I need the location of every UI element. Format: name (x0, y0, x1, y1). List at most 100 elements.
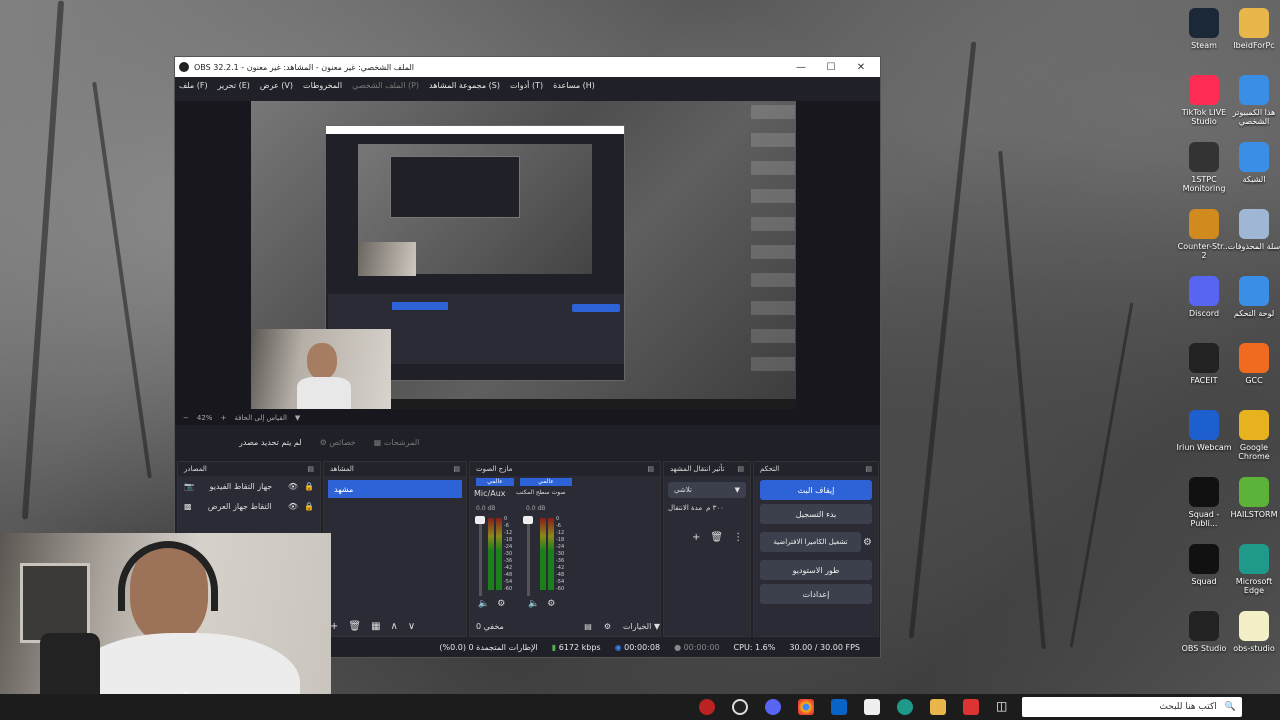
webcam-overlay: ...ali Bujan (0, 533, 331, 720)
filters-button[interactable]: ▦ المرشحات (374, 438, 420, 447)
speaker-icon[interactable]: 🔈 (528, 599, 539, 609)
desktop-icon[interactable]: هذا الكمبيوتر الشخصي (1226, 75, 1280, 126)
edge-taskbar-icon[interactable] (897, 699, 913, 715)
desktop-icon-label: TikTok LIVE Studio (1181, 108, 1227, 126)
desktop-icon[interactable]: OBS Studio (1176, 611, 1232, 653)
lock-icon[interactable]: 🔒 (304, 482, 314, 491)
stop-streaming-button[interactable]: إيقاف البث (760, 480, 872, 500)
discord-taskbar-icon[interactable] (765, 699, 781, 715)
scene-item[interactable]: مشهد (328, 480, 462, 498)
settings-icon[interactable]: ⚙ (547, 599, 555, 609)
transition-duration-value[interactable]: ٣٠٠ م (706, 504, 724, 512)
studio-mode-button[interactable]: طور الاستوديو (760, 560, 872, 580)
layout-icon[interactable]: ▤ (584, 622, 592, 631)
explorer-taskbar-icon[interactable] (930, 699, 946, 715)
source-item[interactable]: 📷 جهاز التقاط الفيديو 👁 🔒 (178, 476, 320, 496)
more-icon[interactable]: ⋮ (733, 532, 743, 543)
desktop-icon[interactable]: GCC (1226, 343, 1280, 385)
desktop-icon[interactable]: Squad - Publi... (1176, 477, 1232, 528)
menu-profile[interactable]: الملف الشخصي (P) (352, 81, 419, 90)
desktop-icon[interactable]: Google Chrome (1226, 410, 1280, 461)
taskbar-search-box[interactable]: اكتب هنا للبحث 🔍 (1022, 697, 1242, 717)
preview-canvas[interactable] (251, 101, 796, 409)
transition-select[interactable]: تلاشي ▼ (668, 482, 746, 498)
desktop-icon[interactable]: Discord (1176, 276, 1232, 318)
maximize-button[interactable]: ☐ (816, 62, 846, 73)
trash-icon[interactable]: 🗑 (348, 621, 361, 632)
desktop-icon[interactable]: obs-studio (1226, 611, 1280, 653)
volume-fader-knob[interactable] (523, 516, 533, 524)
squad-icon (1189, 477, 1219, 507)
dock-float-icon[interactable]: ▤ (647, 465, 654, 473)
desktop-icon[interactable]: FACEIT (1176, 343, 1232, 385)
close-button[interactable]: ✕ (846, 62, 876, 73)
desktop-icon[interactable]: لوحة التحكم (1226, 276, 1280, 318)
virtual-camera-button[interactable]: تشغيل الكاميرا الافتراضية (760, 532, 862, 552)
mixer-settings-icon[interactable]: ⚙ (604, 622, 611, 631)
desktop-icon[interactable]: Microsoft Edge (1226, 544, 1280, 595)
window-title: OBS 32.2.1 - الملف الشخصي: غير معنون - ا… (194, 62, 414, 72)
hidden-count: مخفي 0 (476, 621, 504, 631)
menu-tools[interactable]: أدوات (T) (510, 81, 543, 90)
mixer-options[interactable]: الخيارات ▼ (623, 622, 660, 631)
desktop-icon[interactable]: HAILSTORM (1226, 477, 1280, 519)
zoom-in-button[interactable]: + (220, 414, 226, 422)
desktop-icon[interactable]: Steam (1176, 8, 1232, 50)
minimize-button[interactable]: — (786, 62, 816, 73)
zoom-out-button[interactable]: − (183, 414, 189, 422)
obs-taskbar-icon[interactable] (699, 699, 715, 715)
settings-button[interactable]: إعدادات (760, 584, 872, 604)
menu-edit[interactable]: تحرير (E) (218, 81, 250, 90)
obs-studio-taskbar-icon[interactable] (732, 699, 748, 715)
gear-icon[interactable]: ⚙ (863, 537, 878, 548)
source-item[interactable]: ▩ التقاط جهاز العرض 👁 🔒 (178, 496, 320, 516)
desktop-icon-label: Google Chrome (1238, 443, 1270, 461)
settings-icon[interactable]: ⚙ (497, 599, 505, 609)
menu-docks[interactable]: المخروطات (303, 81, 342, 90)
dock-float-icon[interactable]: ▤ (307, 465, 314, 473)
start-recording-button[interactable]: بدء التسجيل (760, 504, 872, 524)
chevron-down-icon[interactable]: ▼ (295, 414, 300, 422)
move-up-icon[interactable]: ∧ (391, 621, 398, 632)
trash-icon[interactable]: 🗑 (710, 532, 723, 543)
search-placeholder: اكتب هنا للبحث (1159, 702, 1217, 712)
desktop-icon[interactable]: سلة المحذوفات (1226, 209, 1280, 251)
desktop-icon[interactable]: Counter-Str... 2 (1176, 209, 1232, 260)
store-taskbar-icon[interactable] (864, 699, 880, 715)
desktop-icon[interactable]: IbeidForPc (1226, 8, 1280, 50)
move-down-icon[interactable]: ∨ (408, 621, 415, 632)
obs-icon (1189, 611, 1219, 641)
dock-float-icon[interactable]: ▤ (453, 465, 460, 473)
menu-view[interactable]: عرض (V) (260, 81, 293, 90)
filter-icon[interactable]: ▦ (371, 621, 380, 632)
volume-fader-knob[interactable] (475, 516, 485, 524)
add-icon[interactable]: + (330, 621, 338, 632)
menu-help[interactable]: مساعدة (H) (553, 81, 595, 90)
desktop-icon[interactable]: TikTok LIVE Studio (1176, 75, 1232, 126)
outlook-taskbar-icon[interactable] (831, 699, 847, 715)
meter-tick: -42 (504, 565, 513, 571)
chrome-taskbar-icon[interactable] (798, 699, 814, 715)
eye-icon[interactable]: 👁 (288, 502, 298, 511)
speaker-icon[interactable]: 🔈 (478, 599, 489, 609)
lock-icon[interactable]: 🔒 (304, 502, 314, 511)
menu-scene-collection[interactable]: مجموعة المشاهد (S) (429, 81, 500, 90)
preview-area[interactable]: − 42% + القياس إلى الحافة ▼ (175, 101, 880, 425)
desktop-icon[interactable]: Squad (1176, 544, 1232, 586)
dock-float-icon[interactable]: ▤ (737, 465, 744, 473)
volume-fader[interactable] (479, 516, 482, 596)
eye-icon[interactable]: 👁 (288, 482, 298, 491)
desktop-icon[interactable]: Iriun Webcam (1176, 410, 1232, 452)
app-taskbar-icon[interactable] (963, 699, 979, 715)
desktop-icon[interactable]: 1STPC Monitoring (1176, 142, 1232, 193)
menu-file[interactable]: ملف (F) (179, 81, 208, 90)
task-view-icon[interactable]: ◫ (996, 699, 1012, 715)
dock-float-icon[interactable]: ▤ (865, 465, 872, 473)
channel-name[interactable]: Mic/Aux (474, 489, 506, 498)
add-icon[interactable]: + (692, 532, 700, 543)
volume-fader[interactable] (527, 516, 530, 596)
level-meter (488, 518, 494, 590)
channel-name[interactable]: صوت سطح المكتب (516, 489, 565, 496)
desktop-icon[interactable]: الشبكة (1226, 142, 1280, 184)
properties-button[interactable]: ⚙ خصائص (320, 438, 356, 447)
